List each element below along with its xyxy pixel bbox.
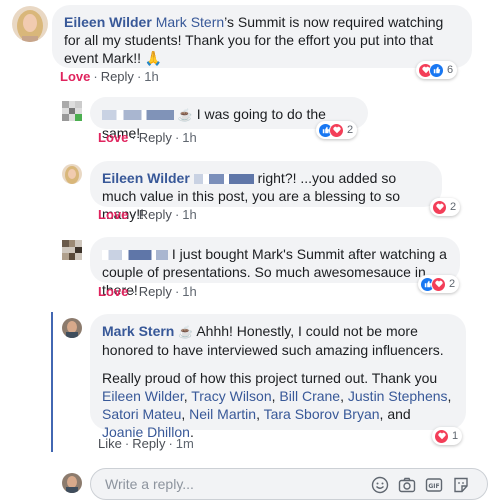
mention-link[interactable]: Justin Stephens [348,388,448,404]
comment-actions: Love · Reply · 1h [98,284,197,299]
reaction-count: 1 [452,430,459,442]
avatar[interactable] [62,240,82,260]
comment-bubble: Eileen Wilder Mark Stern’s Summit is now… [52,5,472,68]
reply-button[interactable]: Reply [139,284,172,299]
reaction-count: 6 [447,64,454,76]
sticker-icon[interactable] [452,476,470,494]
like-reaction-icon [429,62,444,78]
reply-input[interactable] [103,475,357,493]
timestamp[interactable]: 1h [144,69,158,84]
avatar[interactable] [62,318,82,338]
mention-link[interactable]: Neil Martin [189,406,256,422]
avatar[interactable] [62,101,82,121]
blurred-name [102,110,174,121]
comment-actions: Love · Reply · 1h [98,207,197,222]
heart-reaction-icon [329,122,344,138]
mention-link[interactable]: Tara Sborov Bryan [264,406,380,422]
coffee-icon: ☕ [177,108,193,122]
reaction-count: 2 [347,124,354,136]
timestamp[interactable]: 1h [182,284,196,299]
avatar-mark-image [62,473,82,493]
avatar[interactable] [62,164,82,184]
mention-link[interactable]: Tracy Wilson [191,388,271,404]
heart-reaction-icon [431,276,446,292]
comment-actions: Love · Reply · 1h [98,130,197,145]
timestamp[interactable]: 1h [182,207,196,222]
reply-button[interactable]: Reply [139,130,172,145]
avatar-mark-image [62,318,82,338]
svg-text:GIF: GIF [428,483,439,490]
reaction-summary[interactable]: 2 [430,198,461,216]
coffee-icon: ☕ [178,325,194,339]
blurred-name [102,250,168,261]
reaction-summary[interactable]: 2 [316,121,358,139]
comment-text-2: Really proud of how this project turned … [102,370,438,386]
avatar-eileen-image [62,164,82,184]
mention-link[interactable]: Eileen Wilder [102,388,184,404]
comment-actions: Love · Reply · 1h [60,69,159,84]
comment-author[interactable]: Eileen Wilder [64,14,152,30]
reply-button[interactable]: Reply [139,207,172,222]
timestamp[interactable]: 1h [182,130,196,145]
blurred-name [193,174,254,185]
love-button[interactable]: Love [98,130,128,145]
heart-reaction-icon [434,428,449,444]
camera-icon[interactable] [398,476,416,494]
comment-bubble: I just bought Mark's Summit after watchi… [90,237,460,298]
mention-link[interactable]: Bill Crane [279,388,340,404]
mention-link[interactable]: Satori Mateu [102,406,181,422]
avatar-eileen-image [12,6,48,42]
comment-actions: Like · Reply · 1m [98,436,194,451]
emoji-icon[interactable] [371,476,389,494]
gif-icon[interactable]: GIF [425,476,443,494]
comment-author[interactable]: Mark Stern [102,323,174,339]
reaction-count: 2 [449,278,456,290]
highlight-thread-line [51,312,53,452]
avatar-pixelated-image [62,240,82,260]
reaction-summary[interactable]: 1 [432,427,463,445]
mention-link[interactable]: Mark Stern [156,14,224,30]
reply-box: GIF [90,468,488,500]
heart-reaction-icon [432,199,447,215]
avatar[interactable] [62,473,82,493]
comment-bubble: Eileen Wilder right?! ...you added so mu… [90,161,442,222]
avatar[interactable] [12,6,48,42]
avatar-pixelated-image [62,101,82,121]
love-button[interactable]: Love [98,284,128,299]
love-button[interactable]: Love [98,207,128,222]
reply-button[interactable]: Reply [132,436,165,451]
timestamp[interactable]: 1m [176,436,194,451]
comment-author[interactable]: Eileen Wilder [102,170,190,186]
reply-button[interactable]: Reply [101,69,134,84]
reaction-summary[interactable]: 2 [418,275,460,293]
reaction-summary[interactable]: 6 [416,61,458,79]
love-button[interactable]: Love [60,69,90,84]
comment-bubble: Mark Stern ☕ Ahhh! Honestly, I could not… [90,314,466,440]
like-button[interactable]: Like [98,436,122,451]
reaction-count: 2 [450,201,457,213]
